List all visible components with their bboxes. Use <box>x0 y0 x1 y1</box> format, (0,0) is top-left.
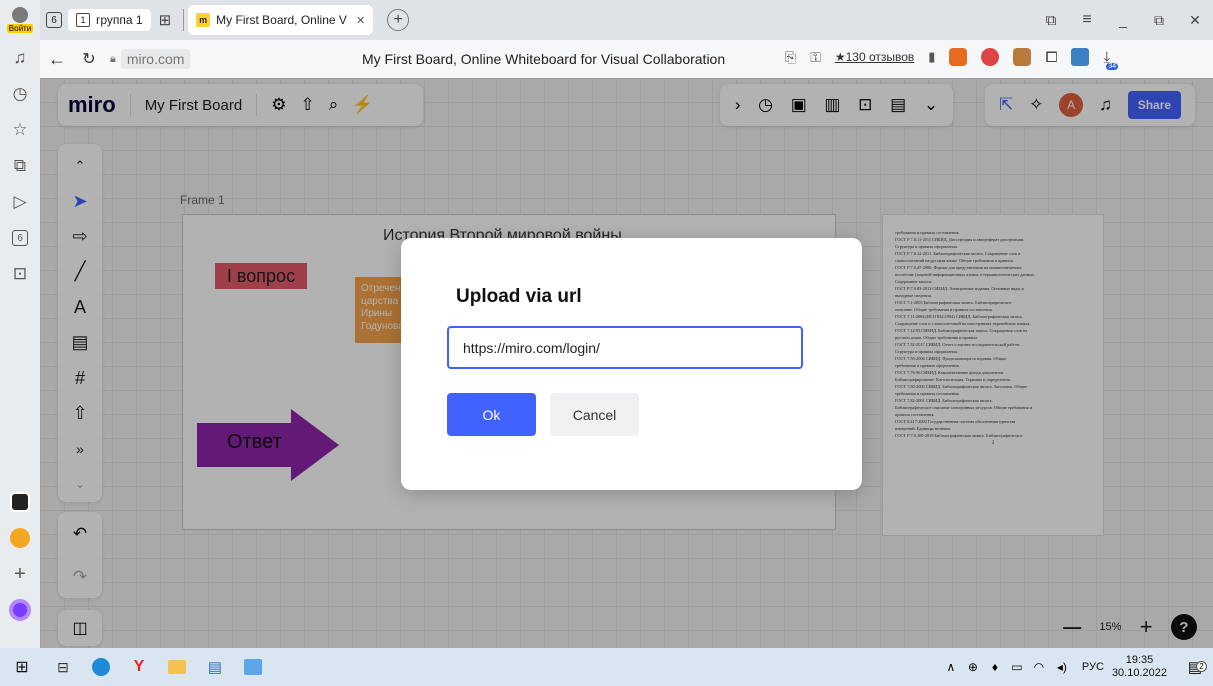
rail-badge: 6 <box>46 12 62 28</box>
notification-badge: 2 <box>1196 661 1207 672</box>
tray-icon-2[interactable]: ♦ <box>984 660 1006 674</box>
user-icon <box>12 7 28 23</box>
clock-date: 30.10.2022 <box>1111 667 1167 679</box>
home-tab-icon[interactable]: 6 <box>40 6 68 34</box>
close-window-button[interactable]: ✕ <box>1177 12 1213 29</box>
history-icon[interactable]: ◷ <box>0 76 40 112</box>
add-app-icon[interactable]: + <box>0 556 40 592</box>
restore-button[interactable]: ⧉ <box>1141 12 1177 29</box>
ext-icon-4[interactable] <box>1071 48 1090 66</box>
url-field[interactable]: 🔒︎ miro.com <box>104 49 196 69</box>
browser-sidebar: ♫ ◷ ☆ ⧉ ▷ 6 ⊡ + ••• <box>0 40 40 661</box>
tab-close-icon[interactable]: ✕ <box>356 14 365 27</box>
minimize-button[interactable]: _ <box>1105 12 1141 28</box>
downloads-badge: 34 <box>1106 62 1119 70</box>
reload-button[interactable]: ↻ <box>74 49 104 69</box>
screenshot-icon[interactable]: ⊡ <box>0 256 40 292</box>
back-button[interactable]: ← <box>40 49 74 70</box>
collections-rail-icon[interactable]: ⧉ <box>0 148 40 184</box>
battery-icon[interactable]: ▭ <box>1006 660 1028 674</box>
tab-group[interactable]: 1 группа 1 <box>68 9 151 31</box>
active-tab[interactable]: m My First Board, Online V ✕ <box>188 5 374 35</box>
paint-icon[interactable] <box>234 659 272 675</box>
clock-time: 19:35 <box>1125 654 1154 666</box>
windows-taskbar: ⊞ ⊟ Y ▤ ∧ ⊕ ♦ ▭ ◠ ◂) РУС 19:35 30.10.202… <box>0 648 1213 686</box>
group-label: группа 1 <box>96 13 143 27</box>
group-number: 1 <box>76 13 90 27</box>
ext-icon-3[interactable] <box>1013 48 1032 66</box>
notepad-icon[interactable]: ▤ <box>196 658 234 676</box>
dialog-title: Upload via url <box>456 286 582 307</box>
bookmark-icon[interactable]: ▮ <box>928 49 935 65</box>
new-group-icon[interactable]: ⊞ <box>151 6 180 34</box>
ext-puzzle-icon[interactable]: ⧠ <box>1045 49 1057 66</box>
file-explorer-icon[interactable] <box>158 660 196 674</box>
tab-separator <box>183 9 185 31</box>
clock[interactable]: 19:35 30.10.2022 <box>1112 654 1167 680</box>
new-tab-button[interactable]: + <box>387 9 410 31</box>
yandex-browser-icon[interactable]: Y <box>120 658 158 676</box>
login-label: Войти <box>6 24 34 33</box>
menu-icon[interactable]: ≡ <box>1069 11 1105 29</box>
bell-icon[interactable]: ♫ <box>0 40 40 76</box>
ok-button[interactable]: Ok <box>447 393 536 436</box>
alice-app-icon[interactable] <box>0 484 40 520</box>
language-indicator[interactable]: РУС <box>1082 661 1104 673</box>
ext-icon-1[interactable] <box>949 48 968 66</box>
wifi-icon[interactable]: ◠ <box>1028 660 1050 674</box>
star-icon[interactable]: ☆ <box>0 112 40 148</box>
collections-icon[interactable]: ⧉ <box>1033 12 1069 29</box>
cancel-button[interactable]: Cancel <box>550 393 639 436</box>
ya-app-icon[interactable] <box>0 520 40 556</box>
active-tab-title: My First Board, Online V <box>216 13 347 27</box>
address-bar: ← ↻ 🔒︎ miro.com My First Board, Online W… <box>40 40 1213 78</box>
upload-url-dialog: Upload via url Ok Cancel <box>401 238 862 490</box>
tray-icon-1[interactable]: ⊕ <box>962 660 984 674</box>
volume-icon[interactable]: ◂) <box>1050 660 1074 674</box>
browser-tab-bar: Войти 6 1 группа 1 ⊞ m My First Board, O… <box>0 0 1213 40</box>
task-view-icon[interactable]: ⊟ <box>44 659 82 676</box>
page-title: My First Board, Online Whiteboard for Vi… <box>362 51 726 67</box>
protect-icon[interactable]: ⚿ <box>810 49 821 66</box>
reader-icon[interactable]: ⎘ <box>785 49 796 66</box>
reviews-link[interactable]: ★130 отзывов <box>835 50 914 64</box>
url-input[interactable] <box>447 326 803 369</box>
alice-icon[interactable] <box>0 592 40 628</box>
url-text: miro.com <box>120 49 191 69</box>
downloads-icon[interactable]: ⤓ 34 <box>1103 49 1119 70</box>
miro-favicon-icon: m <box>196 13 211 27</box>
play-icon[interactable]: ▷ <box>0 184 40 220</box>
login-button[interactable]: Войти <box>0 0 40 40</box>
start-button[interactable]: ⊞ <box>0 657 44 677</box>
tabs-count-icon[interactable]: 6 <box>0 220 40 256</box>
lock-icon: 🔒︎ <box>110 52 116 65</box>
notification-center-icon[interactable]: ▤ 2 <box>1177 658 1213 676</box>
tray-chevron-icon[interactable]: ∧ <box>940 660 962 674</box>
ext-icon-2[interactable] <box>981 48 1000 66</box>
edge-icon[interactable] <box>82 658 120 676</box>
